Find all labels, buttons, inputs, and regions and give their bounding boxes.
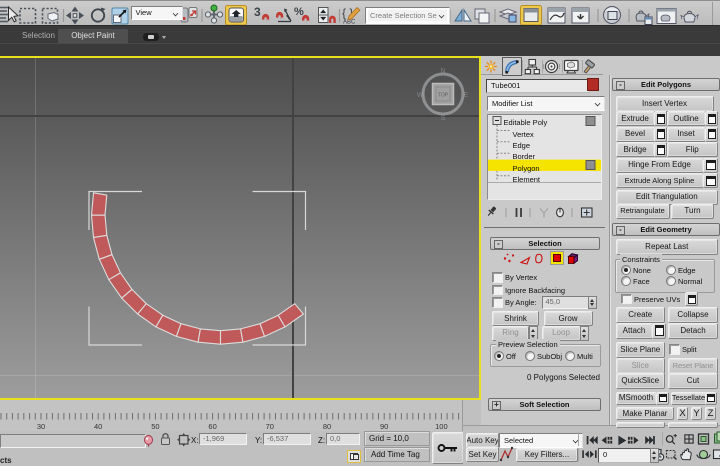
svg-text:60: 60 xyxy=(208,422,216,431)
svg-text:S: S xyxy=(441,115,446,122)
svg-text:E: E xyxy=(464,92,469,99)
svg-text:N: N xyxy=(440,68,445,75)
svg-text:3: 3 xyxy=(254,5,261,19)
svg-text:40: 40 xyxy=(94,422,102,431)
svg-text:W: W xyxy=(417,92,424,99)
svg-text:50: 50 xyxy=(151,422,159,431)
svg-text:80: 80 xyxy=(323,422,331,431)
svg-text:%: % xyxy=(294,6,304,18)
svg-text:70: 70 xyxy=(266,422,274,431)
svg-text:30: 30 xyxy=(37,422,45,431)
svg-text:TOP: TOP xyxy=(438,93,449,99)
svg-text:90: 90 xyxy=(380,422,388,431)
svg-text:100: 100 xyxy=(435,422,448,431)
